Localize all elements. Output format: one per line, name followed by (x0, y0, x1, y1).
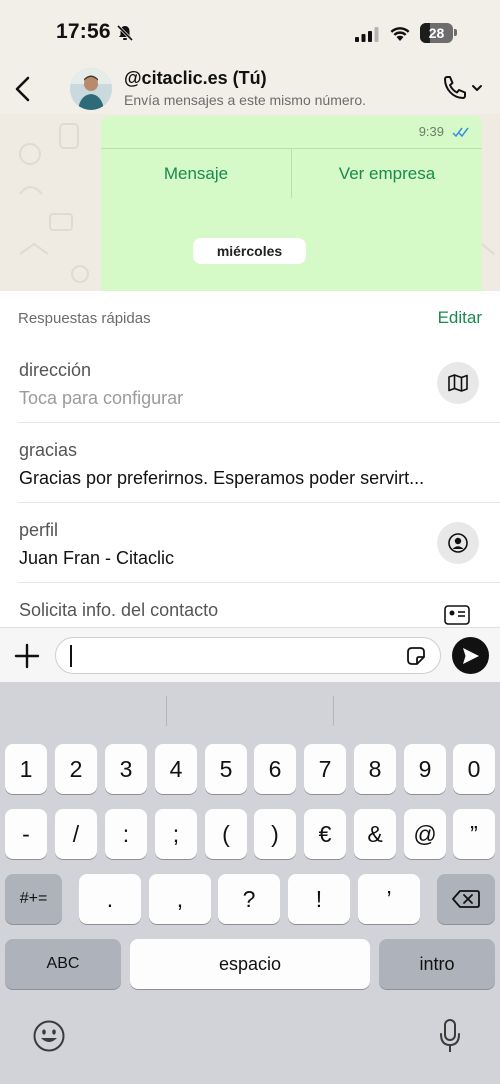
contact-card-icon (444, 605, 470, 625)
text-caret (70, 645, 72, 667)
view-business-button[interactable]: Ver empresa (292, 149, 482, 198)
backspace-icon (452, 890, 480, 908)
abc-key[interactable]: ABC (5, 939, 121, 989)
sticker-icon[interactable] (405, 645, 427, 667)
key[interactable]: ) (254, 809, 296, 859)
key[interactable]: & (354, 809, 396, 859)
emoji-icon[interactable] (32, 1019, 66, 1053)
bell-muted-icon (116, 24, 134, 42)
key[interactable]: 4 (155, 744, 197, 794)
key[interactable]: @ (404, 809, 446, 859)
battery-icon: 28 (420, 23, 457, 43)
key[interactable]: - (5, 809, 47, 859)
quick-reply-text: Juan Fran - Citaclic (19, 548, 175, 568)
key[interactable]: € (304, 809, 346, 859)
key[interactable]: 6 (254, 744, 296, 794)
cellular-signal-icon (355, 27, 379, 42)
message-time: 9:39 (418, 124, 444, 139)
space-key[interactable]: espacio (130, 939, 370, 989)
message-bubble-partial[interactable] (128, 277, 482, 291)
status-bar: 17:56 28 (0, 0, 500, 64)
quick-reply-item[interactable]: Solicita info. del contacto (0, 583, 500, 627)
key[interactable]: 9 (404, 744, 446, 794)
key[interactable]: ? (218, 874, 280, 924)
contact-subtitle: Envía mensajes a este mismo número. (124, 92, 366, 108)
quick-reply-item[interactable]: dirección Toca para configurar (0, 343, 500, 423)
contact-name[interactable]: @citaclic.es (Tú) (124, 68, 267, 89)
message-button[interactable]: Mensaje (101, 149, 291, 198)
key[interactable]: , (149, 874, 211, 924)
quick-replies-panel: Respuestas rápidas Editar dirección Toca… (0, 291, 500, 627)
wifi-icon (390, 27, 410, 41)
quick-reply-item[interactable]: gracias Gracias por preferirnos. Esperam… (0, 423, 500, 503)
key[interactable]: ! (288, 874, 350, 924)
edit-button[interactable]: Editar (438, 308, 482, 328)
status-time: 17:56 (56, 20, 111, 43)
delete-key[interactable] (437, 874, 495, 924)
return-key[interactable]: intro (379, 939, 495, 989)
chat-header: @citaclic.es (Tú) Envía mensajes a este … (0, 64, 500, 114)
key[interactable]: 3 (105, 744, 147, 794)
phone-icon[interactable] (440, 74, 486, 104)
avatar[interactable] (70, 68, 112, 110)
key[interactable]: ” (453, 809, 495, 859)
key[interactable]: ; (155, 809, 197, 859)
suggestion-divider (166, 696, 167, 726)
suggestion-divider (333, 696, 334, 726)
key[interactable]: . (79, 874, 141, 924)
plus-icon[interactable] (14, 643, 40, 669)
message-bubble[interactable]: 9:39 Mensaje Ver empresa (101, 116, 482, 291)
key[interactable]: 2 (55, 744, 97, 794)
key[interactable]: 7 (304, 744, 346, 794)
key[interactable]: 5 (205, 744, 247, 794)
message-composer (0, 627, 500, 682)
quick-reply-text: Gracias por preferirnos. Esperamos poder… (19, 468, 425, 488)
key[interactable]: ’ (358, 874, 420, 924)
key[interactable]: 0 (453, 744, 495, 794)
key[interactable]: 1 (5, 744, 47, 794)
quick-reply-shortcut: gracias (19, 440, 78, 460)
symbols-toggle-key[interactable]: #+= (5, 874, 62, 924)
quick-reply-shortcut: perfil (19, 520, 59, 540)
message-input[interactable] (55, 637, 441, 674)
keyboard: 1 2 3 4 5 6 7 8 9 0 - / : ; ( ) € & @ ” … (0, 682, 500, 1084)
profile-icon (437, 522, 479, 564)
back-icon[interactable] (10, 72, 38, 106)
quick-reply-text: Toca para configurar (19, 388, 184, 408)
read-receipt-icon (452, 127, 469, 138)
key[interactable]: 8 (354, 744, 396, 794)
quick-reply-item[interactable]: perfil Juan Fran - Citaclic (0, 503, 500, 583)
quick-reply-shortcut: dirección (19, 360, 92, 380)
date-separator: miércoles (193, 238, 306, 264)
quick-reply-shortcut: Solicita info. del contacto (19, 600, 219, 620)
quick-replies-title: Respuestas rápidas (18, 310, 151, 327)
map-icon (437, 362, 479, 404)
send-icon (462, 647, 479, 664)
send-button[interactable] (452, 637, 489, 674)
key[interactable]: : (105, 809, 147, 859)
microphone-icon[interactable] (438, 1018, 462, 1054)
chat-area: 9:39 Mensaje Ver empresa miércoles (0, 114, 500, 291)
key[interactable]: ( (205, 809, 247, 859)
key[interactable]: / (55, 809, 97, 859)
battery-level: 28 (428, 25, 445, 41)
